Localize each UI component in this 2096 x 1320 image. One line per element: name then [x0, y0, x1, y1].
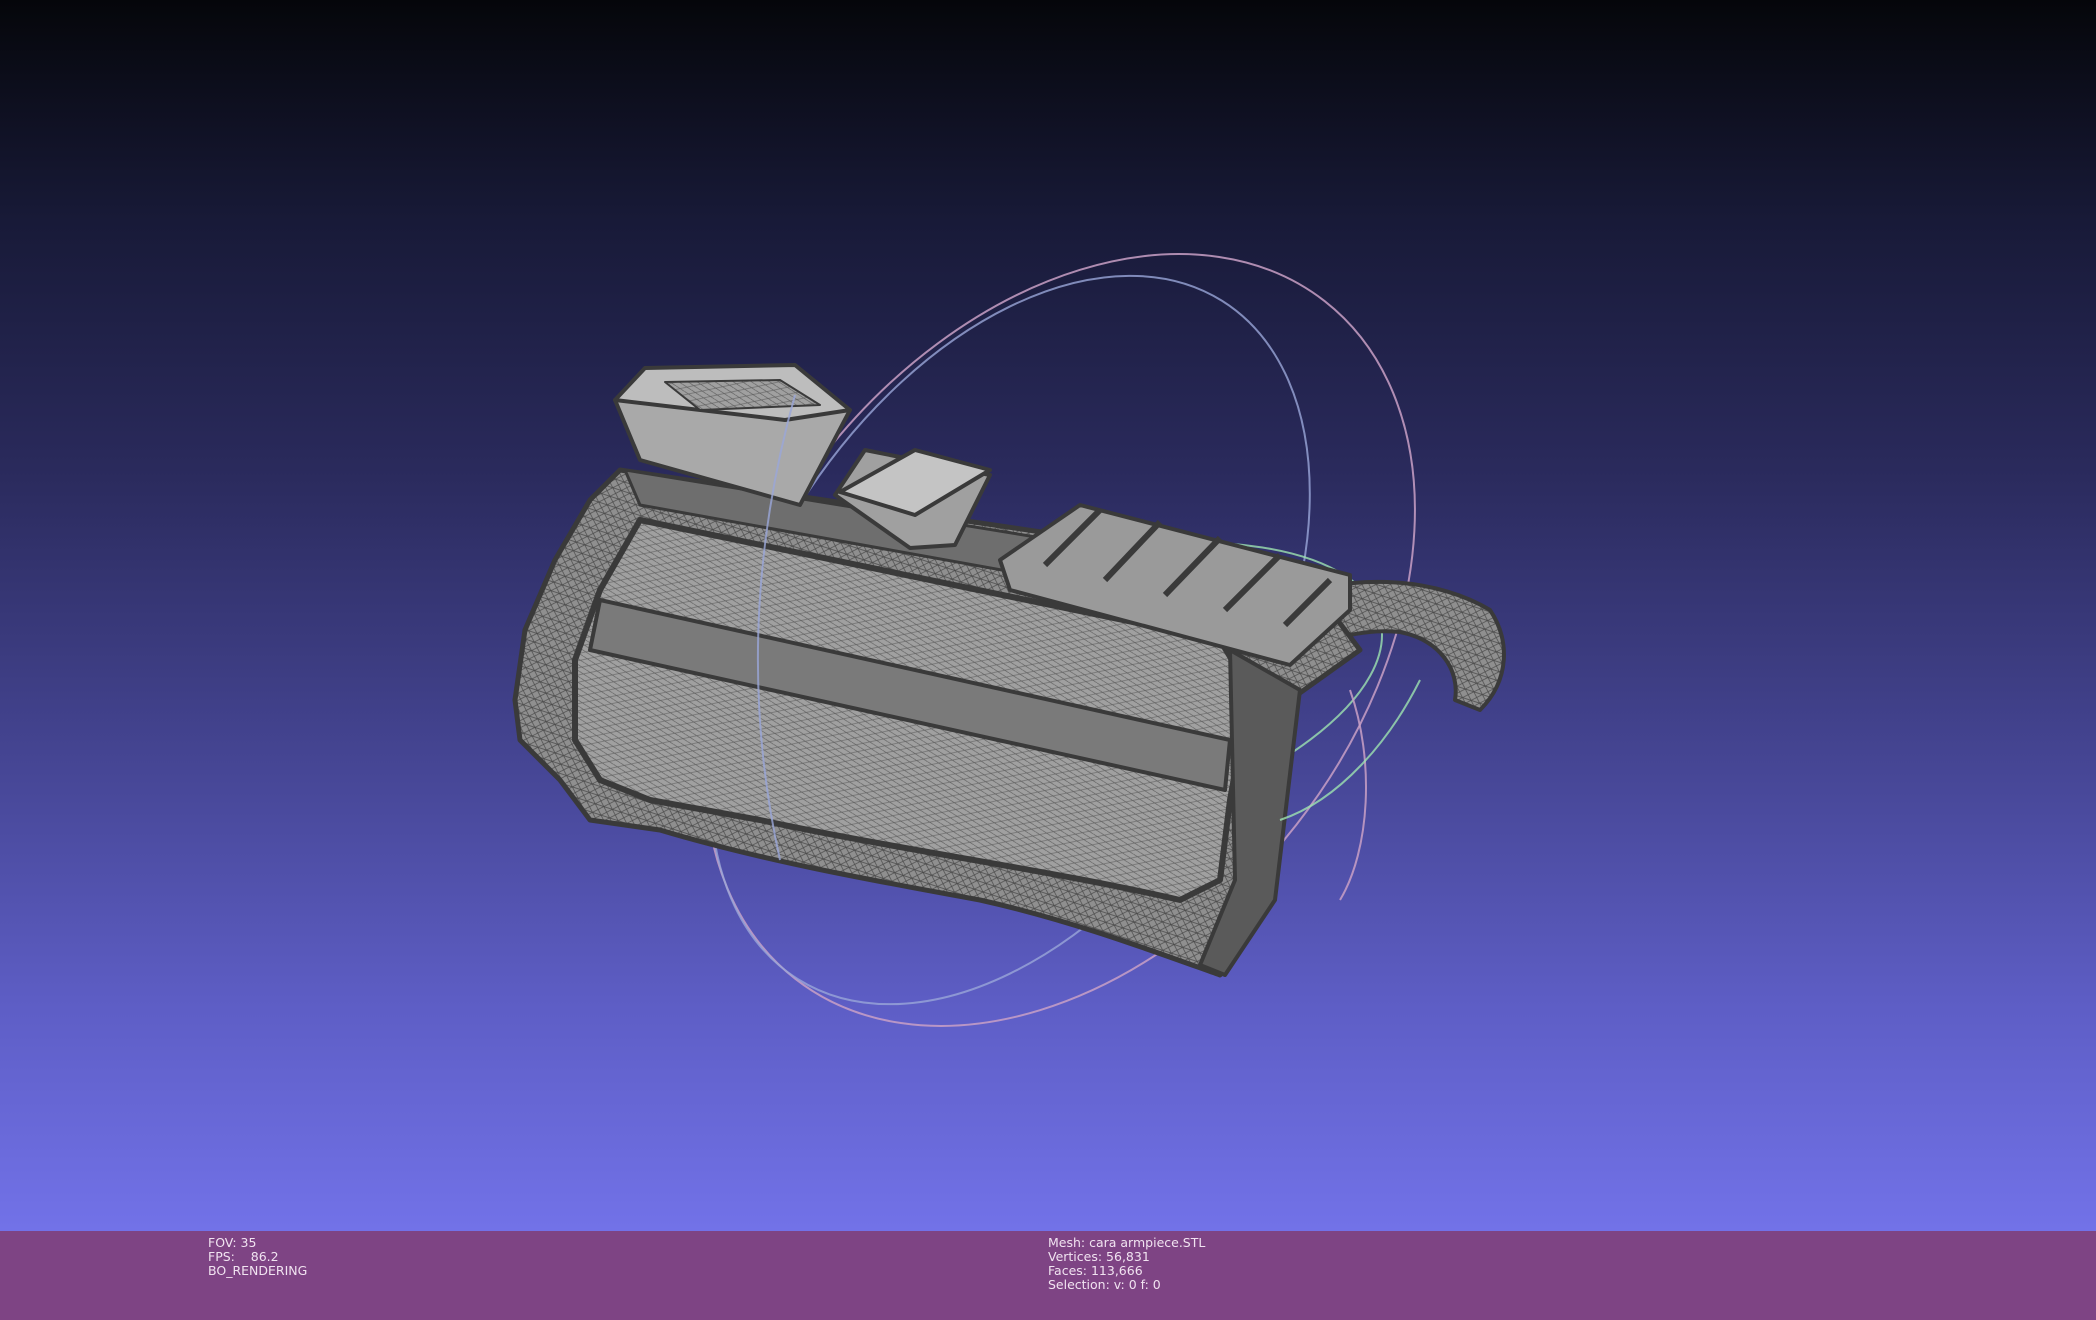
fps-readout: FPS: 86.2 [208, 1249, 279, 1264]
mesh-info: Mesh: cara armpiece.STL Vertices: 56,831… [1048, 1236, 1205, 1292]
scene-canvas[interactable] [0, 0, 2096, 1231]
faces-readout: Faces: 113,666 [1048, 1263, 1143, 1278]
vertices-readout: Vertices: 56,831 [1048, 1249, 1150, 1264]
mesh-name-readout: Mesh: cara armpiece.STL [1048, 1235, 1206, 1250]
render-mode-readout: BO_RENDERING [208, 1263, 308, 1278]
armpiece-mesh [512, 363, 1506, 978]
selection-readout: Selection: v: 0 f: 0 [1048, 1277, 1161, 1292]
render-info: FOV: 35 FPS: 86.2 BO_RENDERING [208, 1236, 307, 1278]
status-bar: FOV: 35 FPS: 86.2 BO_RENDERING Mesh: car… [0, 1231, 2096, 1320]
3d-viewport[interactable] [0, 0, 2096, 1231]
fov-readout: FOV: 35 [208, 1235, 257, 1250]
